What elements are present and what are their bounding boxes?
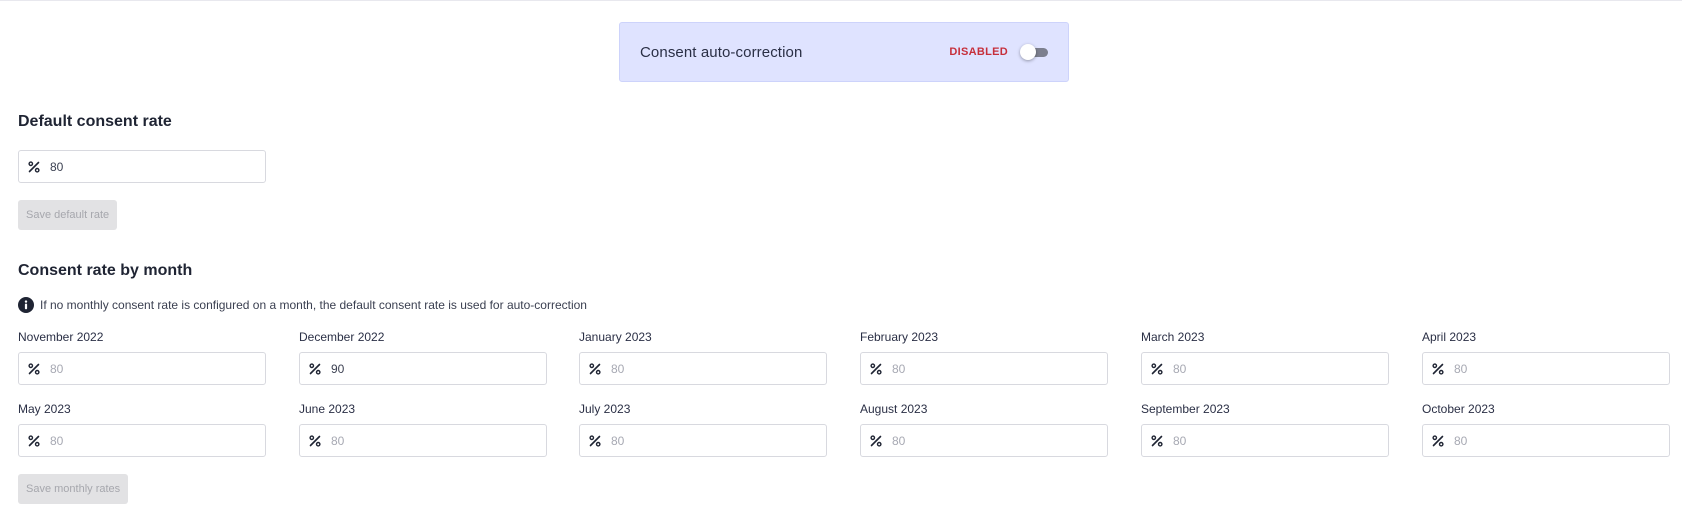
month-rate-value: 90 xyxy=(331,361,345,376)
month-label-november-2022: November 2022 xyxy=(18,330,104,344)
month-rate-placeholder: 80 xyxy=(1454,433,1468,448)
month-rate-placeholder: 80 xyxy=(1173,433,1187,448)
month-rate-input-december-2022[interactable]: 90 xyxy=(299,352,547,385)
month-rate-input-june-2023[interactable]: 80 xyxy=(299,424,547,457)
month-rate-placeholder: 80 xyxy=(331,433,345,448)
banner-title: Consent auto-correction xyxy=(640,43,803,61)
month-label-september-2023: September 2023 xyxy=(1141,402,1230,416)
month-rate-placeholder: 80 xyxy=(50,433,64,448)
month-label-december-2022: December 2022 xyxy=(299,330,385,344)
month-rate-input-july-2023[interactable]: 80 xyxy=(579,424,827,457)
default-rate-title: Default consent rate xyxy=(18,113,172,130)
auto-correction-toggle[interactable] xyxy=(1020,44,1048,60)
banner-controls: DISABLED xyxy=(949,44,1048,60)
month-rate-input-march-2023[interactable]: 80 xyxy=(1141,352,1389,385)
month-label-may-2023: May 2023 xyxy=(18,402,71,416)
auto-correction-banner: Consent auto-correction DISABLED xyxy=(619,22,1069,82)
percent-icon xyxy=(1432,362,1444,375)
percent-icon xyxy=(309,362,321,375)
monthly-rate-title: Consent rate by month xyxy=(18,262,193,279)
month-rate-input-april-2023[interactable]: 80 xyxy=(1422,352,1670,385)
percent-icon xyxy=(870,434,882,447)
month-rate-input-october-2023[interactable]: 80 xyxy=(1422,424,1670,457)
month-label-april-2023: April 2023 xyxy=(1422,330,1477,344)
month-rate-placeholder: 80 xyxy=(1454,361,1468,376)
percent-icon xyxy=(28,434,40,447)
info-icon xyxy=(18,297,34,313)
percent-icon xyxy=(870,362,882,375)
toggle-knob xyxy=(1020,44,1036,60)
month-rate-placeholder: 80 xyxy=(892,361,906,376)
percent-icon xyxy=(1432,434,1444,447)
month-rate-placeholder: 80 xyxy=(892,433,906,448)
month-label-june-2023: June 2023 xyxy=(299,402,356,416)
top-divider xyxy=(0,0,1682,1)
percent-icon xyxy=(28,362,40,375)
percent-icon xyxy=(1151,362,1163,375)
save-default-rate-button[interactable]: Save default rate xyxy=(18,200,118,230)
percent-icon xyxy=(589,362,601,375)
info-text: If no monthly consent rate is configured… xyxy=(40,298,587,312)
month-label-january-2023: January 2023 xyxy=(579,330,652,344)
percent-icon xyxy=(1151,434,1163,447)
month-label-august-2023: August 2023 xyxy=(860,402,928,416)
month-rate-input-august-2023[interactable]: 80 xyxy=(860,424,1108,457)
percent-icon xyxy=(589,434,601,447)
month-label-february-2023: February 2023 xyxy=(860,330,939,344)
save-monthly-rates-button[interactable]: Save monthly rates xyxy=(18,474,129,504)
month-rate-input-january-2023[interactable]: 80 xyxy=(579,352,827,385)
month-label-july-2023: July 2023 xyxy=(579,402,631,416)
month-rate-placeholder: 80 xyxy=(611,433,625,448)
month-rate-input-november-2022[interactable]: 80 xyxy=(18,352,266,385)
month-label-march-2023: March 2023 xyxy=(1141,330,1205,344)
default-rate-input[interactable]: 80 xyxy=(18,150,266,183)
percent-icon xyxy=(309,434,321,447)
month-rate-placeholder: 80 xyxy=(611,361,625,376)
month-rate-input-february-2023[interactable]: 80 xyxy=(860,352,1108,385)
month-rate-placeholder: 80 xyxy=(1173,361,1187,376)
month-label-october-2023: October 2023 xyxy=(1422,402,1495,416)
month-rate-placeholder: 80 xyxy=(50,361,64,376)
default-rate-value: 80 xyxy=(50,159,64,174)
info-note: If no monthly consent rate is configured… xyxy=(18,297,587,313)
status-badge: DISABLED xyxy=(949,46,1008,58)
month-rate-input-september-2023[interactable]: 80 xyxy=(1141,424,1389,457)
percent-icon xyxy=(28,160,40,173)
month-rate-input-may-2023[interactable]: 80 xyxy=(18,424,266,457)
